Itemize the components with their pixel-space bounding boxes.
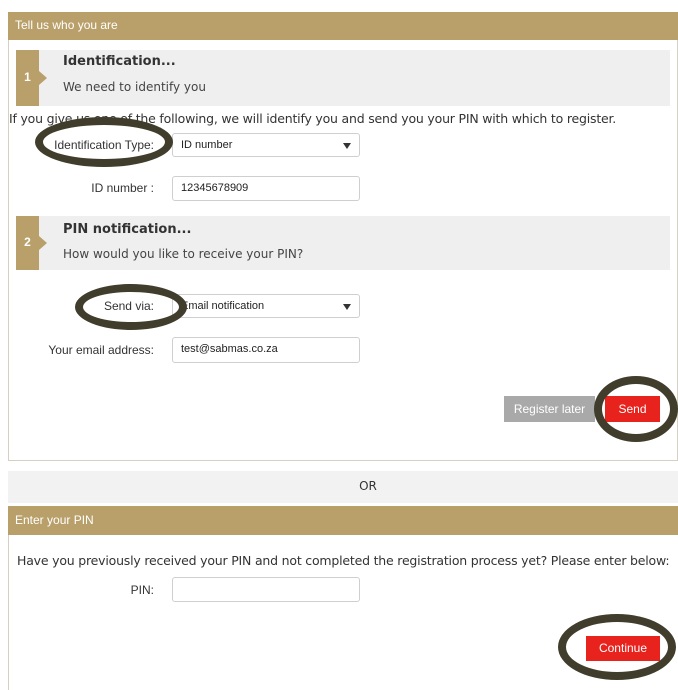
step2-subtitle: How would you like to receive your PIN? [63,247,304,261]
step2-title: PIN notification... [63,222,192,237]
id-type-label: Identification Type: [54,138,154,152]
register-later-button[interactable]: Register later [504,396,595,422]
send-via-label: Send via: [103,299,154,313]
pin-section-header: Enter your PIN [8,506,678,535]
step1-number: 1 [24,70,31,84]
step1-subtitle: We need to identify you [63,80,206,94]
step2-badge-arrow [39,236,47,250]
pin-label: PIN: [130,583,154,597]
chevron-down-icon [343,143,351,149]
continue-button[interactable]: Continue [586,636,660,661]
id-type-selected-value: ID number [181,139,233,151]
id-number-value: 12345678909 [181,182,249,194]
pin-description-text: Have you previously received your PIN an… [17,553,670,568]
email-value: test@sabmas.co.za [181,343,278,355]
id-number-input[interactable]: 12345678909 [172,176,360,201]
step1-title: Identification... [63,54,176,69]
send-via-selected-value: Email notification [181,300,265,312]
or-text: OR [359,479,377,493]
id-type-select[interactable]: ID number [172,133,360,157]
id-number-label: ID number : [91,181,154,195]
chevron-down-icon [343,304,351,310]
send-button[interactable]: Send [605,396,660,422]
send-via-select[interactable]: Email notification [172,294,360,318]
pin-panel-left-border [8,535,9,690]
email-label: Your email address: [48,343,154,357]
pin-section-title: Enter your PIN [15,513,94,527]
email-input[interactable]: test@sabmas.co.za [172,337,360,363]
register-section-header: Tell us who you are [8,12,678,40]
step2-number: 2 [24,235,31,249]
register-section-title: Tell us who you are [15,18,118,32]
pin-input[interactable] [172,577,360,602]
step1-badge-arrow [39,71,47,85]
identification-intro-text: If you give us one of the following, we … [9,111,617,126]
